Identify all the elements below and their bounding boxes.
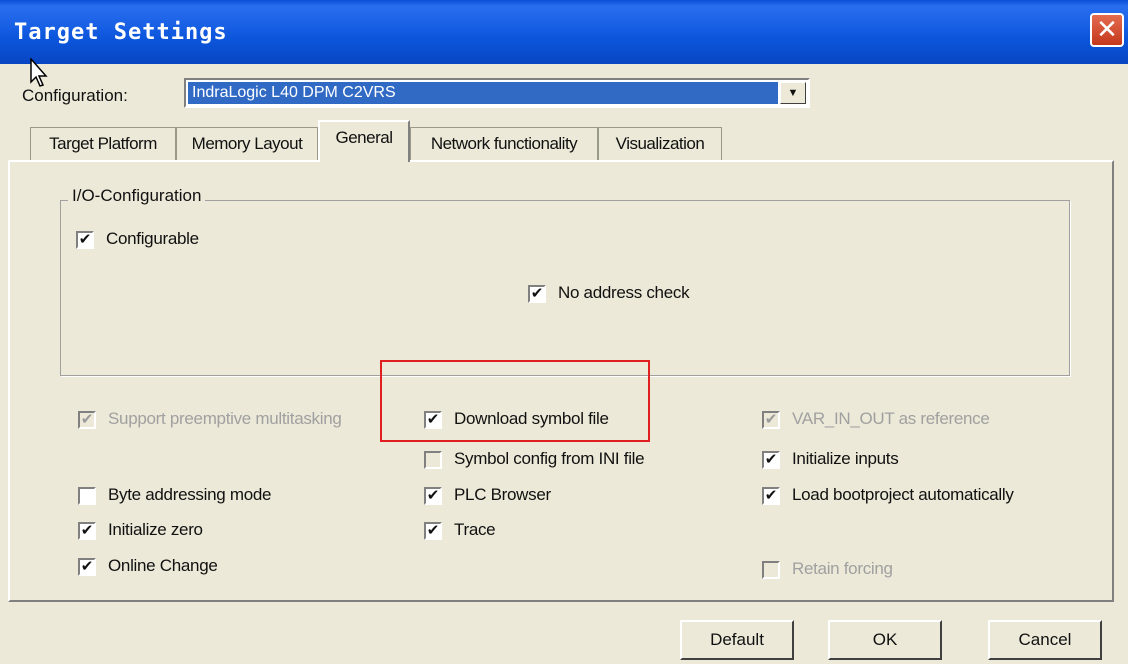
configuration-value: IndraLogic L40 DPM C2VRS [188,82,778,104]
cancel-button[interactable]: Cancel [988,620,1102,660]
retain-forcing-checkbox [762,561,780,579]
var-in-out-checkbox: ✔ [762,411,780,429]
byte-addressing-label: Byte addressing mode [108,485,272,504]
configuration-select[interactable]: IndraLogic L40 DPM C2VRS ▼ [184,78,810,108]
tab-memory-layout[interactable]: Memory Layout [176,127,318,161]
trace-checkbox[interactable]: ✔ [424,522,442,540]
io-configuration-label: I/O-Configuration [68,186,206,206]
trace-label: Trace [454,520,496,539]
title-bar: Target Settings ✕ [0,0,1128,64]
tab-visualization[interactable]: Visualization [598,127,722,161]
retain-forcing-label: Retain forcing [792,559,893,578]
highlight-box [380,360,650,442]
symbol-config-ini-checkbox [424,451,442,469]
default-button[interactable]: Default [680,620,794,660]
load-bootproject-checkbox[interactable]: ✔ [762,487,780,505]
plc-browser-label: PLC Browser [454,485,551,504]
plc-browser-checkbox[interactable]: ✔ [424,487,442,505]
support-preemptive-checkbox: ✔ [78,411,96,429]
online-change-checkbox[interactable]: ✔ [78,558,96,576]
no-address-check-label: No address check [558,283,690,302]
load-bootproject-label: Load bootproject automatically [792,485,1014,504]
close-button[interactable]: ✕ [1090,13,1124,47]
no-address-check-checkbox[interactable]: ✔ [528,285,546,303]
ok-button[interactable]: OK [828,620,942,660]
configurable-label: Configurable [106,229,199,248]
configurable-checkbox[interactable]: ✔ [76,231,94,249]
support-preemptive-label: Support preemptive multitasking [108,409,342,428]
mouse-cursor-icon [30,58,48,87]
tab-target-platform[interactable]: Target Platform [30,127,176,161]
initialize-inputs-label: Initialize inputs [792,449,899,468]
byte-addressing-checkbox[interactable] [78,487,96,505]
initialize-zero-checkbox[interactable]: ✔ [78,522,96,540]
symbol-config-ini-label: Symbol config from INI file [454,449,645,468]
var-in-out-label: VAR_IN_OUT as reference [792,409,990,428]
tab-network-functionality[interactable]: Network functionality [410,127,598,161]
configuration-label: Configuration: [22,86,128,105]
online-change-label: Online Change [108,556,218,575]
tab-general[interactable]: General [318,120,410,162]
initialize-inputs-checkbox[interactable]: ✔ [762,451,780,469]
window-title: Target Settings [14,20,228,45]
initialize-zero-label: Initialize zero [108,520,203,539]
chevron-down-icon[interactable]: ▼ [780,82,806,104]
